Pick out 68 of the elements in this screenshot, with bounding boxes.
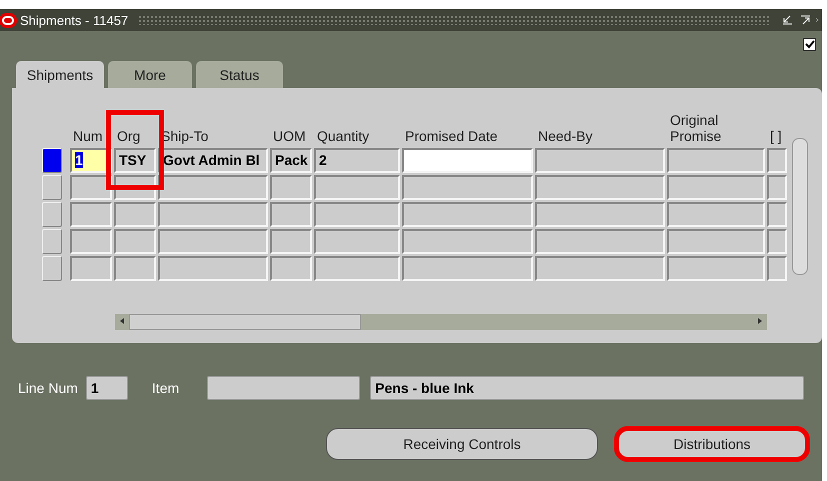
checkbox[interactable] xyxy=(803,38,816,51)
table-cell[interactable]: TSY xyxy=(114,148,156,173)
table-cell[interactable] xyxy=(402,148,533,173)
table-cell[interactable] xyxy=(270,202,312,227)
field-label: Item xyxy=(152,380,180,396)
table-cell[interactable] xyxy=(402,175,533,200)
table-cell[interactable] xyxy=(667,202,765,227)
table-cell[interactable] xyxy=(114,229,156,254)
table-cell[interactable] xyxy=(767,175,787,200)
input-field[interactable]: Pens - blue Ink xyxy=(370,376,804,400)
table-cell[interactable] xyxy=(667,148,765,173)
table-cell[interactable] xyxy=(270,175,312,200)
table-cell[interactable] xyxy=(767,148,787,173)
column-header: Need-By xyxy=(537,128,594,146)
table-cell[interactable] xyxy=(402,229,533,254)
table-cell[interactable] xyxy=(314,175,400,200)
field-label: Line Num xyxy=(18,380,78,396)
column-header: Num xyxy=(72,128,104,146)
table-cell[interactable] xyxy=(70,202,112,227)
table-cell[interactable] xyxy=(270,256,312,281)
maximize-icon[interactable] xyxy=(798,13,812,27)
table-cell[interactable] xyxy=(667,229,765,254)
table-cell[interactable] xyxy=(70,229,112,254)
table-cell[interactable] xyxy=(767,202,787,227)
horizontal-scrollbar[interactable] xyxy=(115,314,767,330)
table-cell[interactable] xyxy=(314,229,400,254)
tab[interactable]: Shipments xyxy=(16,61,104,88)
column-header: Promised Date xyxy=(404,128,499,146)
table-cell[interactable]: 2 xyxy=(314,148,400,173)
table-cell[interactable] xyxy=(270,229,312,254)
table-cell[interactable] xyxy=(314,202,400,227)
column-header: Quantity xyxy=(316,128,370,146)
table-cell[interactable] xyxy=(114,202,156,227)
tab[interactable]: Status xyxy=(196,61,283,88)
action-button[interactable]: Receiving Controls xyxy=(326,428,598,460)
input-field[interactable] xyxy=(207,376,360,400)
table-cell[interactable] xyxy=(158,229,268,254)
window-title: Shipments - 11457 xyxy=(20,12,128,28)
table-cell[interactable]: Pack xyxy=(270,148,312,173)
table-cell[interactable] xyxy=(535,256,665,281)
table-cell[interactable] xyxy=(70,175,112,200)
tab[interactable]: More xyxy=(108,61,192,88)
table-cell[interactable] xyxy=(114,256,156,281)
column-header: Original Promise xyxy=(669,112,722,146)
table-cell[interactable] xyxy=(767,256,787,281)
table-cell[interactable] xyxy=(402,202,533,227)
table-cell[interactable] xyxy=(535,175,665,200)
table-cell[interactable] xyxy=(158,256,268,281)
row-indicator[interactable] xyxy=(42,148,62,173)
table-cell[interactable]: Govt Admin Bl xyxy=(158,148,268,173)
column-header: [ ] xyxy=(769,128,783,146)
vertical-scrollbar[interactable] xyxy=(792,138,808,275)
action-button[interactable]: Distributions xyxy=(616,428,808,460)
table-cell[interactable] xyxy=(535,148,665,173)
input-field[interactable]: 1 xyxy=(86,376,128,400)
table-cell[interactable] xyxy=(667,256,765,281)
table-cell[interactable] xyxy=(667,175,765,200)
column-header: Org xyxy=(116,128,142,146)
column-header: UOM xyxy=(272,128,307,146)
minimize-icon[interactable] xyxy=(780,13,794,27)
table-cell[interactable] xyxy=(158,202,268,227)
table-cell[interactable] xyxy=(402,256,533,281)
table-cell[interactable] xyxy=(767,229,787,254)
table-cell[interactable] xyxy=(314,256,400,281)
table-cell[interactable] xyxy=(70,256,112,281)
table-cell[interactable] xyxy=(535,229,665,254)
table-cell[interactable] xyxy=(535,202,665,227)
table-cell[interactable] xyxy=(158,175,268,200)
